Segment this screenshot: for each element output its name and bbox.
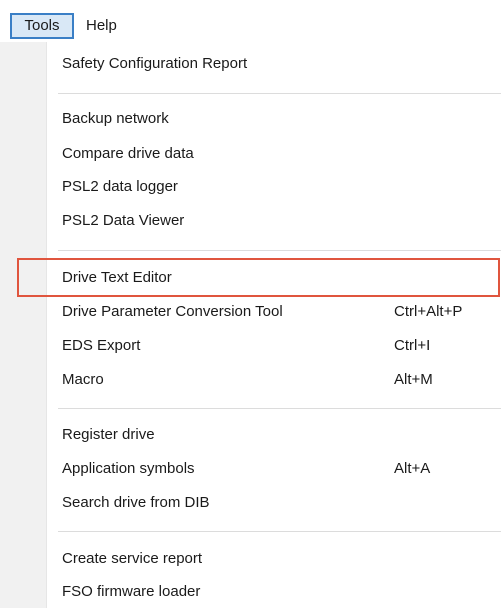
menu-tools[interactable]: Tools [10, 13, 74, 39]
menu-item-drive-parameter-conversion-tool[interactable]: Drive Parameter Conversion Tool Ctrl+Alt… [46, 295, 501, 329]
menu-item-register-drive[interactable]: Register drive [46, 418, 501, 452]
menu-item-eds-export[interactable]: EDS Export Ctrl+I [46, 329, 501, 363]
menu-item-shortcut: Ctrl+Alt+P [394, 303, 463, 320]
menu-item-compare-drive-data[interactable]: Compare drive data [46, 137, 501, 171]
tools-dropdown-menu: Safety Configuration Report Backup netwo… [0, 42, 501, 608]
menu-item-shortcut: Ctrl+I [394, 337, 431, 354]
menu-bar: Tools Help [0, 0, 501, 42]
menu-item-label: Compare drive data [62, 145, 194, 162]
menu-item-label: Safety Configuration Report [62, 55, 248, 72]
menu-item-shortcut: Alt+M [394, 371, 433, 388]
menu-item-label: PSL2 data logger [62, 178, 178, 195]
menu-item-label: Application symbols [62, 460, 195, 477]
menu-separator [58, 408, 501, 409]
menu-separator [58, 93, 501, 94]
menu-item-drive-text-editor[interactable]: Drive Text Editor [46, 261, 501, 295]
menu-item-label: Register drive [62, 426, 155, 443]
menu-item-backup-network[interactable]: Backup network [46, 102, 501, 136]
menu-item-label: Macro [62, 371, 104, 388]
menu-item-label: FSO firmware loader [62, 583, 201, 600]
menu-item-label: EDS Export [62, 337, 141, 354]
menu-item-label: PSL2 Data Viewer [62, 212, 185, 229]
menu-item-label: Drive Text Editor [62, 269, 172, 286]
menu-separator [58, 250, 501, 251]
menu-item-psl2-data-viewer[interactable]: PSL2 Data Viewer [46, 204, 501, 238]
menu-item-create-service-report[interactable]: Create service report [46, 542, 501, 576]
menu-item-safety-configuration-report[interactable]: Safety Configuration Report [46, 47, 501, 81]
menu-separator [58, 531, 501, 532]
menu-item-macro[interactable]: Macro Alt+M [46, 363, 501, 397]
menu-item-application-symbols[interactable]: Application symbols Alt+A [46, 452, 501, 486]
menu-item-psl2-data-logger[interactable]: PSL2 data logger [46, 170, 501, 204]
menu-item-label: Create service report [62, 550, 203, 567]
menu-item-search-drive-from-dib[interactable]: Search drive from DIB [46, 486, 501, 520]
menu-help[interactable]: Help [86, 13, 117, 39]
menu-item-label: Backup network [62, 110, 169, 127]
menu-item-label: Drive Parameter Conversion Tool [62, 303, 283, 320]
menu-icon-gutter [0, 42, 46, 608]
menu-item-shortcut: Alt+A [394, 460, 431, 477]
menu-item-fso-firmware-loader[interactable]: FSO firmware loader [46, 575, 501, 609]
menu-item-label: Search drive from DIB [62, 494, 210, 511]
